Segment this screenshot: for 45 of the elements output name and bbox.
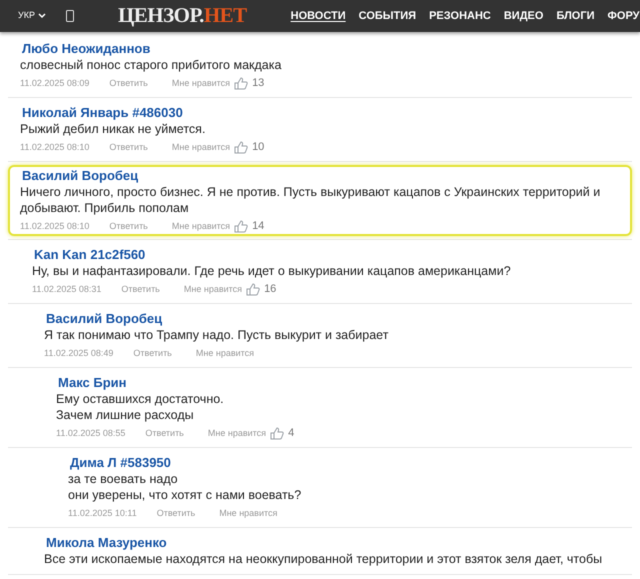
like-count: 14 (252, 220, 264, 233)
chevron-down-icon (38, 13, 46, 19)
comment-author[interactable]: Kan Kan 21c2f560 (32, 247, 146, 263)
comment-text: Ему оставшихся достаточно. (56, 391, 225, 407)
nav-link[interactable]: БЛОГИ (556, 8, 595, 24)
thumbs-up-icon (246, 283, 260, 296)
thumbs-up-icon (270, 427, 284, 440)
comment-time: 11.02.2025 08:31 (32, 283, 102, 296)
like-count: 16 (264, 283, 276, 296)
language-selector[interactable]: УКР (18, 9, 46, 23)
comment-text: Ничего личного, просто бизнес. Я не против. Пусть выкуривают кацапов с Украинских территорий и добывают. Прибиль пополам (20, 184, 602, 216)
comment-author[interactable]: Любо Неожиданнов (20, 41, 150, 57)
site-logo[interactable]: ЦЕНЗОР.НЕТ (118, 0, 247, 32)
mobile-icon[interactable] (66, 10, 74, 22)
nav-link[interactable]: ФОРУ (608, 8, 640, 24)
comment-text: за те воевать надо (68, 471, 179, 487)
nav-link[interactable]: СОБЫТИЯ (358, 8, 416, 24)
comment-time: 11.02.2025 08:09 (20, 77, 90, 90)
comment-author[interactable]: Василий Воробец (44, 311, 162, 327)
comment-author[interactable]: Николай Январь #486030 (20, 105, 183, 121)
comment-author[interactable]: Микола Мазуренко (44, 535, 167, 551)
comment-text: Ну, вы и нафантазировали. Где речь идет о выкуривании кацапов американцами? (32, 263, 512, 279)
comment-author[interactable]: Дима Л #583950 (68, 455, 171, 471)
like-count: 13 (252, 77, 264, 90)
comment-text: Рыжий дебил никак не уймется. (20, 121, 206, 137)
thumbs-up-icon (234, 220, 248, 233)
like-count: 4 (288, 427, 294, 440)
comment-time: 11.02.2025 08:10 (20, 141, 90, 154)
comment-time: 11.02.2025 08:55 (56, 427, 126, 440)
like-count: 10 (252, 141, 264, 154)
comment-time: 11.02.2025 10:11 (68, 507, 137, 520)
comment-text: словесный понос старого прибитого макдака (20, 57, 282, 73)
nav-link[interactable]: НОВОСТИ (290, 8, 346, 24)
comment-author[interactable]: Макс Брин (56, 375, 127, 391)
nav-link[interactable]: ВИДЕО (504, 8, 544, 24)
comment-text: Все эти ископаемые находятся на неоккупированной территории и этот взяток зеля дает, чтобы (44, 551, 604, 567)
comment-time: 11.02.2025 08:49 (44, 347, 114, 360)
comment-text: Я так понимаю что Трампу надо. Пусть выкурит и забирает (44, 327, 390, 343)
comment-author[interactable]: Василий Воробец (20, 168, 138, 184)
comment-time: 11.02.2025 08:10 (20, 220, 90, 233)
thumbs-up-icon (234, 77, 248, 90)
thumbs-up-icon (234, 141, 248, 154)
comment-text: Зачем лишние расходы (56, 407, 195, 423)
nav-link[interactable]: РЕЗОНАНС (429, 8, 491, 24)
comment-text: они уверены, что хотят с нами воевать? (68, 487, 302, 503)
